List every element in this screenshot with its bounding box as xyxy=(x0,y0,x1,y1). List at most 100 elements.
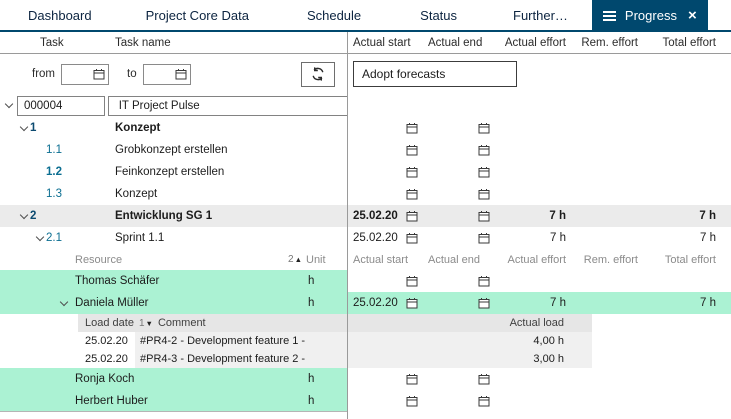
resource-name[interactable]: Daniela Müller xyxy=(75,297,149,309)
col-resource: Resource xyxy=(0,254,122,266)
tab-further[interactable]: Further… xyxy=(513,0,568,30)
col-rem-effort: Rem. effort xyxy=(581,37,638,49)
task-row[interactable]: 1.2 Feinkonzept erstellen xyxy=(0,161,731,183)
load-date: 25.02.20 xyxy=(78,332,135,350)
load-sort-indicator[interactable]: 1▼ xyxy=(139,318,153,329)
chevron-down-icon[interactable] xyxy=(17,215,30,218)
from-date-input[interactable] xyxy=(65,68,91,80)
calendar-icon[interactable] xyxy=(478,122,490,134)
resource-header-row: Resource 2▲ Unit Actual start Actual end… xyxy=(0,249,731,270)
col-actual-end: Actual end xyxy=(428,37,482,49)
chevron-down-icon[interactable] xyxy=(33,237,46,240)
col-task: Task xyxy=(40,37,115,49)
col-load-date: Load date xyxy=(85,317,134,329)
task-id[interactable]: 1.3 xyxy=(46,188,115,200)
resource-name[interactable]: Herbert Huber xyxy=(75,395,148,407)
col-total-effort: Total effort xyxy=(663,37,717,49)
resource-row[interactable]: Herbert Huber h xyxy=(0,390,731,412)
col-actual-effort: Actual effort xyxy=(505,37,566,49)
task-row[interactable]: 1.3 Konzept xyxy=(0,183,731,205)
panel-divider xyxy=(347,32,348,419)
col-total-effort: Total effort xyxy=(665,254,716,266)
close-icon[interactable]: × xyxy=(688,8,697,23)
total-effort-value: 7 h xyxy=(644,292,731,314)
calendar-icon[interactable] xyxy=(478,188,490,200)
actual-start-value: 25.02.20 xyxy=(353,232,398,244)
project-name: IT Project Pulse xyxy=(119,100,200,112)
progress-window: Dashboard Project Core Data Schedule Sta… xyxy=(0,0,731,419)
task-id[interactable]: 1.2 xyxy=(46,166,115,178)
tab-progress-active[interactable]: Progress × xyxy=(592,0,708,30)
calendar-icon[interactable] xyxy=(406,210,418,222)
calendar-icon[interactable] xyxy=(93,68,105,80)
calendar-icon[interactable] xyxy=(478,275,490,287)
tab-schedule[interactable]: Schedule xyxy=(307,0,361,30)
calendar-icon[interactable] xyxy=(175,68,187,80)
tab-project-core-data[interactable]: Project Core Data xyxy=(146,0,249,30)
task-row[interactable]: 1.1 Grobkonzept erstellen xyxy=(0,139,731,161)
calendar-icon[interactable] xyxy=(406,144,418,156)
load-row[interactable]: 25.02.20 #PR4-3 - Development feature 2 … xyxy=(78,350,592,368)
project-name-field[interactable]: IT Project Pulse xyxy=(108,96,348,116)
calendar-icon[interactable] xyxy=(478,297,490,309)
calendar-icon[interactable] xyxy=(478,373,490,385)
chevron-down-icon[interactable] xyxy=(17,127,30,130)
col-actual-load: Actual load xyxy=(442,314,592,332)
tab-status[interactable]: Status xyxy=(420,0,457,30)
calendar-icon[interactable] xyxy=(406,373,418,385)
resource-name[interactable]: Thomas Schäfer xyxy=(75,275,159,287)
col-rem-effort: Rem. effort xyxy=(584,254,638,266)
resource-unit: h xyxy=(308,373,348,385)
task-name: Feinkonzept erstellen xyxy=(115,166,224,178)
hamburger-icon[interactable] xyxy=(603,10,616,21)
calendar-icon[interactable] xyxy=(478,144,490,156)
chevron-down-icon[interactable] xyxy=(57,302,70,305)
calendar-icon[interactable] xyxy=(478,395,490,407)
resource-row[interactable]: Ronja Koch h xyxy=(0,368,731,390)
actual-effort-value: 7 h xyxy=(496,292,572,314)
resource-row[interactable]: Thomas Schäfer h xyxy=(0,270,731,292)
project-id-field[interactable]: 000004 xyxy=(17,96,105,116)
to-date-input[interactable] xyxy=(147,68,173,80)
task-id[interactable]: 2 xyxy=(30,210,115,222)
actual-start-value: 25.02.20 xyxy=(353,297,398,309)
resource-row[interactable]: Daniela Müller h 25.02.20 7 h 7 h xyxy=(0,292,731,314)
resource-unit: h xyxy=(308,297,348,309)
calendar-icon[interactable] xyxy=(406,395,418,407)
calendar-icon[interactable] xyxy=(406,297,418,309)
calendar-icon[interactable] xyxy=(406,122,418,134)
resource-sort-indicator[interactable]: 2▲ xyxy=(288,254,302,265)
tab-bar: Dashboard Project Core Data Schedule Sta… xyxy=(0,0,731,32)
task-id[interactable]: 1.1 xyxy=(46,144,115,156)
resource-name[interactable]: Ronja Koch xyxy=(75,373,134,385)
col-actual-end: Actual end xyxy=(428,254,480,266)
task-id[interactable]: 1 xyxy=(30,122,115,134)
calendar-icon[interactable] xyxy=(406,275,418,287)
calendar-icon[interactable] xyxy=(478,232,490,244)
tab-dashboard[interactable]: Dashboard xyxy=(28,0,92,30)
calendar-icon[interactable] xyxy=(478,210,490,222)
to-date-field[interactable] xyxy=(143,64,191,85)
task-row[interactable]: 2.1 Sprint 1.1 25.02.20 7 h 7 h xyxy=(0,227,731,249)
chevron-down-icon[interactable] xyxy=(2,104,15,107)
actual-effort-value: 7 h xyxy=(496,227,572,249)
to-label: to xyxy=(127,68,137,80)
calendar-icon[interactable] xyxy=(406,232,418,244)
task-row[interactable]: 2 Entwicklung SG 1 25.02.20 7 h 7 h xyxy=(0,205,731,227)
total-effort-value: 7 h xyxy=(644,227,731,249)
refresh-button[interactable] xyxy=(301,62,335,87)
task-id[interactable]: 2.1 xyxy=(46,232,115,244)
total-effort-value: 7 h xyxy=(644,205,731,227)
load-row[interactable]: 25.02.20 #PR4-2 - Development feature 1 … xyxy=(78,332,592,350)
from-label: from xyxy=(32,68,55,80)
resource-unit: h xyxy=(308,395,348,407)
col-task-name: Task name xyxy=(115,37,171,49)
project-row[interactable]: 000004 IT Project Pulse xyxy=(0,94,731,117)
calendar-icon[interactable] xyxy=(406,166,418,178)
load-header-row: Load date 1▼ Comment Actual load xyxy=(78,314,592,332)
adopt-forecasts-button[interactable]: Adopt forecasts xyxy=(353,61,517,87)
task-row[interactable]: 1 Konzept xyxy=(0,117,731,139)
calendar-icon[interactable] xyxy=(478,166,490,178)
calendar-icon[interactable] xyxy=(406,188,418,200)
from-date-field[interactable] xyxy=(61,64,109,85)
